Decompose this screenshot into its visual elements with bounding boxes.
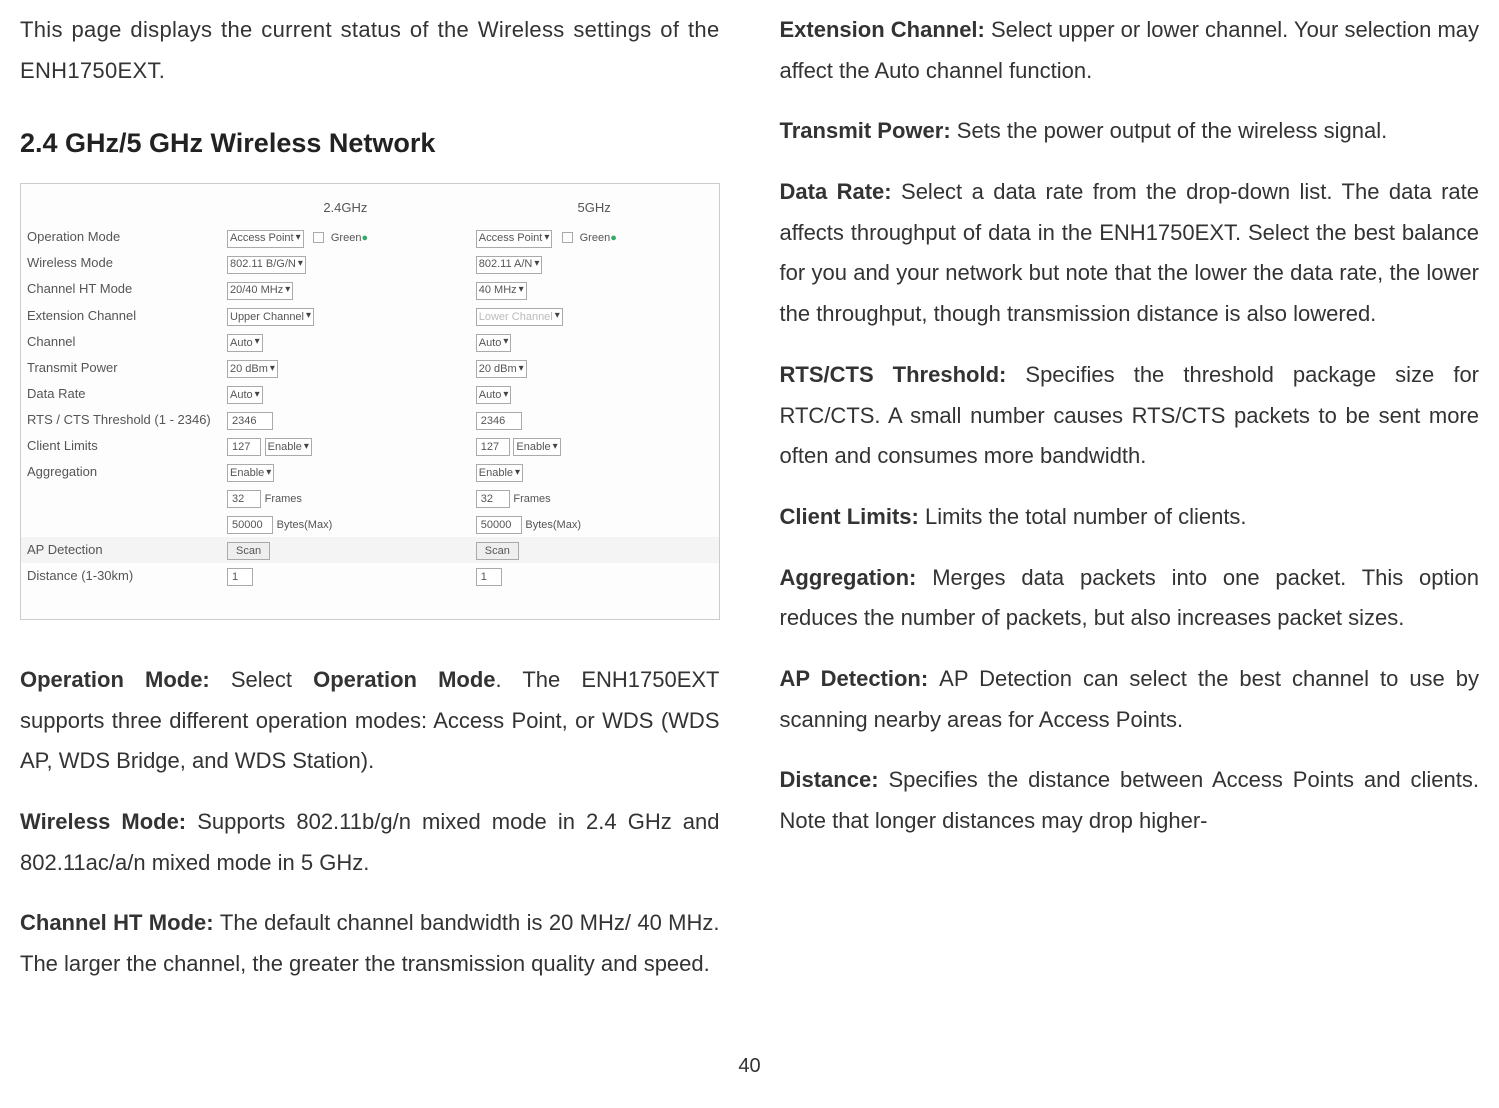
- para-ext-channel: Extension Channel: Select upper or lower…: [780, 10, 1480, 91]
- scan-button-5[interactable]: Scan: [476, 542, 519, 560]
- para-rts: RTS/CTS Threshold: Specifies the thresho…: [780, 355, 1480, 477]
- chevron-down-icon: ▾: [515, 464, 520, 483]
- ext-ch-select-24[interactable]: Upper Channel▾: [227, 308, 314, 326]
- wireless-mode-select-24[interactable]: 802.11 B/G/N▾: [227, 256, 306, 274]
- agg-bytes-label-5: Bytes(Max): [525, 519, 581, 531]
- agg-enable-24[interactable]: Enable▾: [227, 464, 274, 482]
- para-tx-power: Transmit Power: Sets the power output of…: [780, 111, 1480, 152]
- agg-enable-5[interactable]: Enable▾: [476, 464, 523, 482]
- ext-ch-select-5[interactable]: Lower Channel▾: [476, 308, 563, 326]
- chevron-down-icon: ▾: [306, 307, 311, 326]
- distance-input-5[interactable]: 1: [476, 568, 502, 586]
- green-label-5: Green●: [580, 232, 617, 244]
- ch-ht-select-24[interactable]: 20/40 MHz▾: [227, 282, 293, 300]
- para-wireless-mode: Wireless Mode: Supports 802.11b/g/n mixe…: [20, 802, 720, 883]
- agg-frames-input-5[interactable]: 32: [476, 490, 510, 508]
- para-operation-mode: Operation Mode: Select Operation Mode. T…: [20, 660, 720, 782]
- section-heading: 2.4 GHz/5 GHz Wireless Network: [20, 119, 720, 169]
- green-checkbox-24[interactable]: [313, 232, 324, 243]
- col-5ghz: 5GHz: [470, 192, 719, 224]
- para-data-rate: Data Rate: Select a data rate from the d…: [780, 172, 1480, 335]
- chevron-down-icon: ▾: [255, 333, 260, 352]
- chevron-down-icon: ▾: [553, 438, 558, 457]
- agg-frames-label-24: Frames: [265, 493, 302, 505]
- wireless-settings-figure: 2.4GHz 5GHz Operation Mode Access Point▾…: [20, 183, 720, 620]
- chevron-down-icon: ▾: [304, 438, 309, 457]
- left-column: This page displays the current status of…: [20, 10, 720, 1005]
- row-label-channel: Channel: [21, 329, 221, 355]
- right-column: Extension Channel: Select upper or lower…: [780, 10, 1480, 1005]
- row-label-distance: Distance (1-30km): [21, 563, 221, 589]
- agg-bytes-label-24: Bytes(Max): [277, 519, 333, 531]
- chevron-down-icon: ▾: [285, 281, 290, 300]
- green-checkbox-5[interactable]: [562, 232, 573, 243]
- para-client-limits: Client Limits: Limits the total number o…: [780, 497, 1480, 538]
- col-24ghz: 2.4GHz: [221, 192, 470, 224]
- row-label-data-rate: Data Rate: [21, 381, 221, 407]
- row-label-apdet: AP Detection: [21, 537, 221, 563]
- rts-input-24[interactable]: 2346: [227, 412, 273, 430]
- row-label-wireless-mode: Wireless Mode: [21, 250, 221, 276]
- agg-frames-input-24[interactable]: 32: [227, 490, 261, 508]
- row-label-op-mode: Operation Mode: [21, 224, 221, 250]
- row-label-rts: RTS / CTS Threshold (1 - 2346): [21, 407, 221, 433]
- para-distance: Distance: Specifies the distance between…: [780, 760, 1480, 841]
- op-mode-select-24[interactable]: Access Point▾: [227, 230, 304, 248]
- chevron-down-icon: ▾: [519, 281, 524, 300]
- chevron-down-icon: ▾: [503, 333, 508, 352]
- op-mode-select-5[interactable]: Access Point▾: [476, 230, 553, 248]
- chevron-down-icon: ▾: [534, 255, 539, 274]
- tx-power-select-24[interactable]: 20 dBm▾: [227, 360, 278, 378]
- climits-input-24[interactable]: 127: [227, 438, 261, 456]
- data-rate-select-5[interactable]: Auto▾: [476, 386, 512, 404]
- para-aggregation: Aggregation: Merges data packets into on…: [780, 558, 1480, 639]
- wireless-settings-table: 2.4GHz 5GHz Operation Mode Access Point▾…: [21, 192, 719, 589]
- chevron-down-icon: ▾: [544, 229, 549, 248]
- agg-bytes-input-24[interactable]: 50000: [227, 516, 273, 534]
- rts-input-5[interactable]: 2346: [476, 412, 522, 430]
- row-label-climits: Client Limits: [21, 433, 221, 459]
- agg-bytes-input-5[interactable]: 50000: [476, 516, 522, 534]
- page-content: This page displays the current status of…: [20, 10, 1479, 1005]
- channel-select-5[interactable]: Auto▾: [476, 334, 512, 352]
- chevron-down-icon: ▾: [270, 360, 275, 379]
- climits-enable-5[interactable]: Enable▾: [513, 438, 560, 456]
- ch-ht-select-5[interactable]: 40 MHz▾: [476, 282, 527, 300]
- climits-enable-24[interactable]: Enable▾: [265, 438, 312, 456]
- intro-text: This page displays the current status of…: [20, 10, 720, 91]
- chevron-down-icon: ▾: [296, 229, 301, 248]
- agg-frames-label-5: Frames: [513, 493, 550, 505]
- chevron-down-icon: ▾: [298, 255, 303, 274]
- chevron-down-icon: ▾: [255, 386, 260, 405]
- distance-input-24[interactable]: 1: [227, 568, 253, 586]
- row-label-tx-power: Transmit Power: [21, 355, 221, 381]
- tx-power-select-5[interactable]: 20 dBm▾: [476, 360, 527, 378]
- row-label-ext-ch: Extension Channel: [21, 303, 221, 329]
- chevron-down-icon: ▾: [555, 307, 560, 326]
- row-label-aggreg: Aggregation: [21, 459, 221, 537]
- climits-input-5[interactable]: 127: [476, 438, 510, 456]
- scan-button-24[interactable]: Scan: [227, 542, 270, 560]
- chevron-down-icon: ▾: [266, 464, 271, 483]
- chevron-down-icon: ▾: [519, 360, 524, 379]
- channel-select-24[interactable]: Auto▾: [227, 334, 263, 352]
- chevron-down-icon: ▾: [503, 386, 508, 405]
- para-channel-ht: Channel HT Mode: The default channel ban…: [20, 903, 720, 984]
- data-rate-select-24[interactable]: Auto▾: [227, 386, 263, 404]
- page-number: 40: [20, 1055, 1479, 1078]
- wireless-mode-select-5[interactable]: 802.11 A/N▾: [476, 256, 543, 274]
- row-label-ch-ht: Channel HT Mode: [21, 276, 221, 302]
- green-label-24: Green●: [331, 232, 368, 244]
- para-ap-detection: AP Detection: AP Detection can select th…: [780, 659, 1480, 740]
